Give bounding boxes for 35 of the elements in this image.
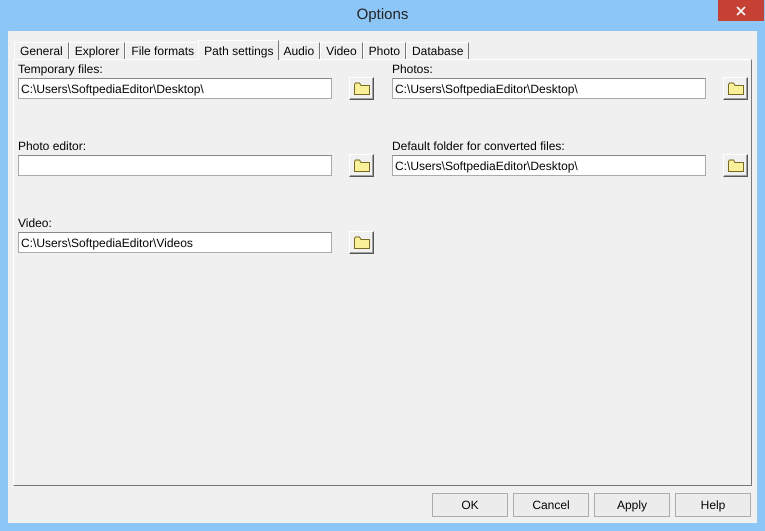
path-input[interactable]: C:\Users\SoftpediaEditor\Videos bbox=[18, 232, 332, 253]
tab[interactable]: Path settings bbox=[198, 40, 280, 60]
dialog-button[interactable]: OK bbox=[432, 493, 508, 517]
browse-button[interactable] bbox=[349, 77, 374, 100]
close-button[interactable] bbox=[718, 0, 764, 21]
folder-icon bbox=[728, 159, 744, 172]
folder-icon bbox=[354, 82, 370, 95]
field-label: Photos: bbox=[392, 61, 434, 77]
tab[interactable]: Database bbox=[406, 42, 470, 59]
field-label: Temporary files: bbox=[18, 61, 104, 77]
path-input[interactable]: C:\Users\SoftpediaEditor\Desktop\ bbox=[392, 155, 706, 176]
tab[interactable]: Audio bbox=[277, 42, 320, 59]
window-title: Options bbox=[356, 5, 408, 26]
browse-button[interactable] bbox=[349, 231, 374, 254]
field-label: Default folder for converted files: bbox=[392, 138, 566, 154]
path-input[interactable] bbox=[18, 155, 332, 176]
tab[interactable]: General bbox=[14, 42, 69, 59]
browse-button[interactable] bbox=[349, 154, 374, 177]
tab[interactable]: File formats bbox=[125, 42, 200, 59]
tab[interactable]: Photo bbox=[362, 42, 406, 59]
tab[interactable]: Video bbox=[320, 42, 363, 59]
path-input[interactable]: C:\Users\SoftpediaEditor\Desktop\ bbox=[18, 78, 332, 99]
close-icon bbox=[736, 6, 746, 16]
folder-icon bbox=[354, 159, 370, 172]
folder-icon bbox=[728, 82, 744, 95]
field-label: Photo editor: bbox=[18, 138, 88, 154]
tab[interactable]: Explorer bbox=[68, 42, 126, 59]
folder-icon bbox=[354, 236, 370, 249]
dialog-button[interactable]: Apply bbox=[594, 493, 670, 517]
dialog-button[interactable]: Cancel bbox=[513, 493, 589, 517]
dialog-button[interactable]: Help bbox=[675, 493, 751, 517]
browse-button[interactable] bbox=[723, 154, 748, 177]
field-label: Video: bbox=[18, 215, 53, 231]
browse-button[interactable] bbox=[723, 77, 748, 100]
path-input[interactable]: C:\Users\SoftpediaEditor\Desktop\ bbox=[392, 78, 706, 99]
